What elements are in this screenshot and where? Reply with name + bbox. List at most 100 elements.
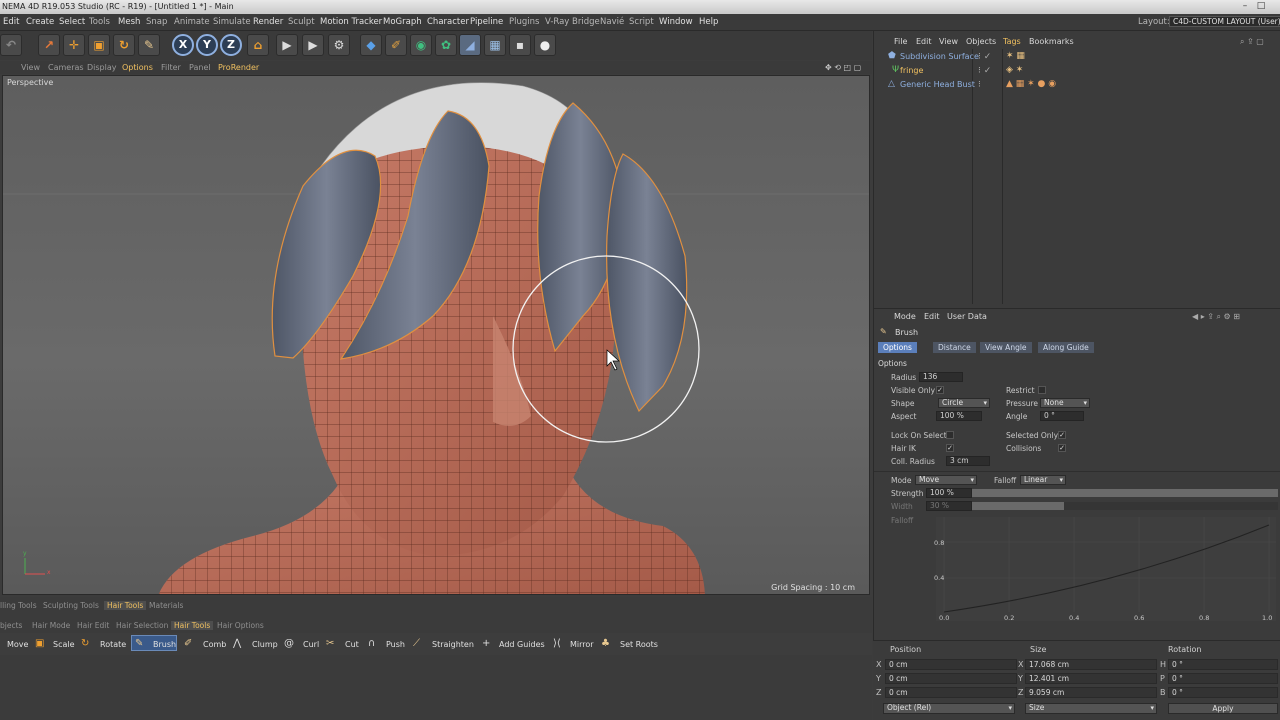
palette-tab[interactable]: Hair Edit: [77, 621, 109, 630]
palette-tab-active[interactable]: Hair Tools: [171, 621, 214, 630]
menu-script[interactable]: Script: [629, 17, 654, 27]
om-menu-file[interactable]: File: [894, 37, 907, 46]
mode-dropdown[interactable]: Move: [915, 475, 977, 485]
viewport-nav-icon[interactable]: ✥ ⟲ ◰ ▢: [825, 63, 861, 72]
hair-set-roots-button[interactable]: Set Roots: [620, 640, 658, 650]
visibility-dots-icon[interactable]: ⁝: [978, 80, 981, 90]
scale-icon[interactable]: ▣: [88, 34, 110, 56]
om-menu-objects[interactable]: Objects: [966, 37, 996, 46]
perspective-viewport[interactable]: Perspective y x Grid Spacing : 10 cm: [2, 75, 870, 595]
palette-tab[interactable]: Hair Mode: [32, 621, 70, 630]
tab-view-angle[interactable]: View Angle: [980, 342, 1032, 353]
y-axis-lock-icon[interactable]: Y: [196, 34, 218, 56]
am-nav-icons[interactable]: ◀ ▸ ⇪ ⌕ ⚙ ⊞: [1192, 312, 1240, 322]
viewport-menu-filter[interactable]: Filter: [161, 63, 181, 72]
menu-render[interactable]: Render: [253, 17, 283, 27]
om-search-icon[interactable]: ⌕ ⇪ ▢: [1240, 37, 1264, 47]
menu-navie[interactable]: Navié: [600, 17, 624, 27]
coll-radius-field[interactable]: 3 cm: [946, 456, 990, 466]
tab-distance[interactable]: Distance: [933, 342, 976, 353]
position-z-field[interactable]: 0 cm: [885, 687, 1017, 698]
width-slider[interactable]: [972, 502, 1278, 510]
viewport-menu-prorender[interactable]: ProRender: [218, 63, 259, 72]
subdivision-icon[interactable]: ◉: [410, 34, 432, 56]
strength-slider[interactable]: [972, 489, 1278, 497]
hair-scale-button[interactable]: Scale: [53, 640, 75, 650]
falloff-dropdown[interactable]: Linear: [1020, 475, 1066, 485]
cube-icon[interactable]: ◆: [360, 34, 382, 56]
viewport-menu-cameras[interactable]: Cameras: [48, 63, 84, 72]
tab-along-guide[interactable]: Along Guide: [1038, 342, 1094, 353]
om-menu-bookmarks[interactable]: Bookmarks: [1029, 37, 1074, 46]
hair-brush-icon[interactable]: ✎: [138, 34, 160, 56]
strength-field[interactable]: 100 %: [926, 488, 972, 498]
hair-ik-checkbox[interactable]: ✓: [946, 444, 954, 452]
floor-icon[interactable]: ▦: [484, 34, 506, 56]
falloff-graph[interactable]: [936, 517, 1276, 621]
menu-character[interactable]: Character: [427, 17, 469, 27]
viewport-menu-view[interactable]: View: [21, 63, 40, 72]
render-picture-viewer-icon[interactable]: ▶: [302, 34, 324, 56]
camera-icon[interactable]: ▪: [509, 34, 531, 56]
deformer-icon[interactable]: ◢: [459, 34, 481, 56]
menu-edit[interactable]: Edit: [3, 17, 19, 27]
hair-comb-button[interactable]: Comb: [203, 640, 226, 650]
hair-rotate-button[interactable]: Rotate: [100, 640, 126, 650]
om-menu-edit[interactable]: Edit: [916, 37, 932, 46]
hair-curl-button[interactable]: Curl: [303, 640, 319, 650]
restrict-checkbox[interactable]: [1038, 386, 1046, 394]
rotation-p-field[interactable]: 0 °: [1168, 673, 1278, 684]
visibility-dots-icon[interactable]: ⁝ ✓: [978, 66, 991, 76]
tag-icons[interactable]: ✶ ▦: [1006, 51, 1025, 61]
coord-mode-dropdown[interactable]: Object (Rel): [883, 703, 1015, 714]
hair-cut-button[interactable]: Cut: [345, 640, 359, 650]
tab-options[interactable]: Options: [878, 342, 917, 353]
am-menu-mode[interactable]: Mode: [894, 312, 916, 321]
x-axis-lock-icon[interactable]: X: [172, 34, 194, 56]
array-icon[interactable]: ✿: [435, 34, 457, 56]
viewport-scene[interactable]: [3, 76, 870, 595]
am-menu-edit[interactable]: Edit: [924, 312, 940, 321]
hair-clump-button[interactable]: Clump: [252, 640, 278, 650]
palette-tab[interactable]: Hair Selection: [116, 621, 168, 630]
render-settings-icon[interactable]: ⚙: [328, 34, 350, 56]
live-selection-icon[interactable]: ↗: [38, 34, 60, 56]
rotate-icon[interactable]: ↻: [113, 34, 135, 56]
aspect-field[interactable]: 100 %: [936, 411, 982, 421]
position-y-field[interactable]: 0 cm: [885, 673, 1017, 684]
object-name[interactable]: fringe: [900, 66, 923, 75]
hair-brush-button[interactable]: Brush: [153, 640, 176, 650]
menu-animate[interactable]: Animate: [174, 17, 210, 27]
width-field[interactable]: 30 %: [926, 501, 972, 511]
om-menu-tags[interactable]: Tags: [1003, 37, 1021, 46]
menu-tools[interactable]: Tools: [89, 17, 110, 27]
menu-help[interactable]: Help: [699, 17, 718, 27]
menu-mograph[interactable]: MoGraph: [383, 17, 422, 27]
am-menu-user-data[interactable]: User Data: [947, 312, 987, 321]
viewport-menu-panel[interactable]: Panel: [189, 63, 211, 72]
palette-tab[interactable]: Sculpting Tools: [43, 601, 99, 610]
light-icon[interactable]: ●: [534, 34, 556, 56]
menu-pipeline[interactable]: Pipeline: [470, 17, 503, 27]
position-x-field[interactable]: 0 cm: [885, 659, 1017, 670]
palette-tab[interactable]: Hair Options: [217, 621, 264, 630]
selected-only-checkbox[interactable]: ✓: [1058, 431, 1066, 439]
undo-icon[interactable]: ↶: [0, 34, 22, 56]
object-name[interactable]: Subdivision Surface: [900, 52, 979, 61]
hair-straighten-button[interactable]: Straighten: [432, 640, 474, 650]
pen-spline-icon[interactable]: ✐: [385, 34, 407, 56]
menu-snap[interactable]: Snap: [146, 17, 167, 27]
size-y-field[interactable]: 12.401 cm: [1025, 673, 1157, 684]
coordinate-system-icon[interactable]: ⌂: [247, 34, 269, 56]
hair-push-button[interactable]: Push: [386, 640, 405, 650]
palette-tab[interactable]: lling Tools: [0, 601, 37, 610]
menu-motion-tracker[interactable]: Motion Tracker: [320, 17, 382, 27]
hair-add-guides-button[interactable]: Add Guides: [499, 640, 545, 650]
menu-select[interactable]: Select: [59, 17, 85, 27]
hair-move-button[interactable]: Move: [7, 640, 28, 650]
size-mode-dropdown[interactable]: Size: [1025, 703, 1157, 714]
menu-mesh[interactable]: Mesh: [118, 17, 140, 27]
palette-tab[interactable]: bjects: [0, 621, 22, 630]
viewport-menu-options[interactable]: Options: [122, 63, 153, 72]
visibility-dots-icon[interactable]: ⁝ ✓: [978, 52, 991, 62]
